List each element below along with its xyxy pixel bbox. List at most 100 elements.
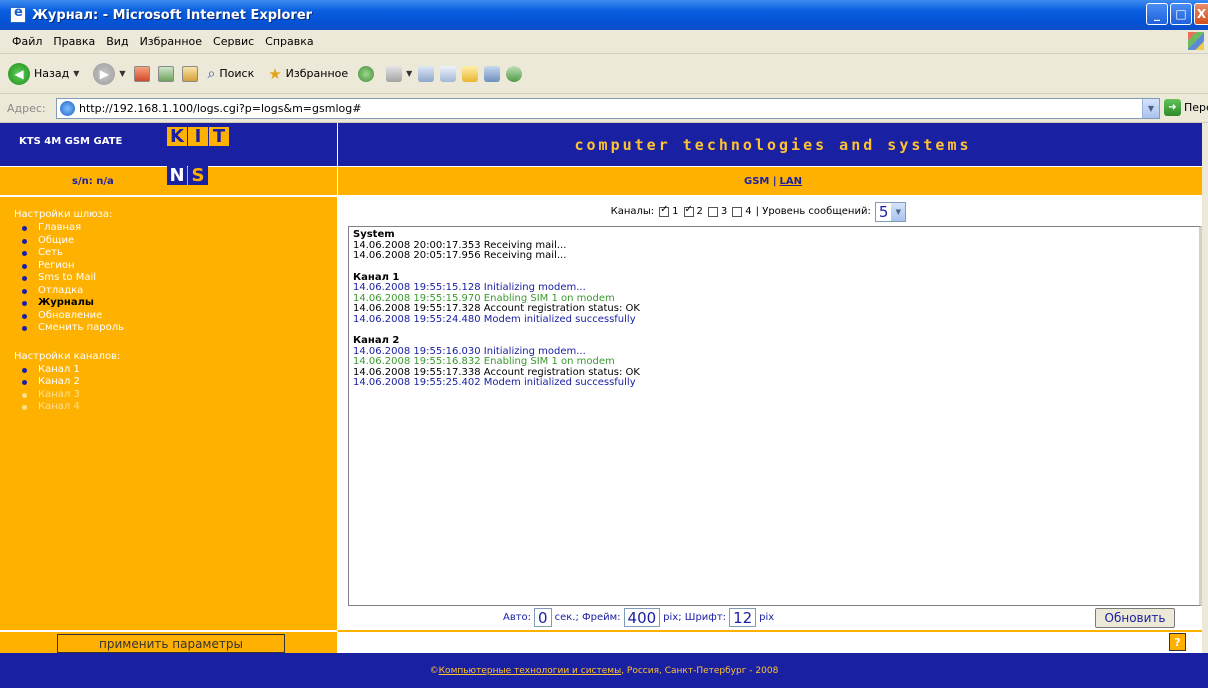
menu-file[interactable]: Файл xyxy=(12,35,42,48)
address-label: Адрес: xyxy=(7,101,46,115)
nav-item-sms-to-mail[interactable]: Sms to Mail xyxy=(22,272,324,285)
refresh-button[interactable]: Обновить xyxy=(1095,608,1175,628)
display-params: Авто: 0 сек.; Фрейм: 400 pix; Шрифт: 12 … xyxy=(503,608,774,627)
gateway-settings-heading: Настройки шлюза: xyxy=(14,209,113,220)
frame-size-input[interactable]: 400 xyxy=(623,608,661,627)
nav-item-change-password[interactable]: Сменить пароль xyxy=(22,322,324,335)
apply-row: применить параметры xyxy=(0,630,337,653)
nav-item-channel-4: Канал 4 xyxy=(22,401,324,414)
folder-icon[interactable] xyxy=(462,65,479,82)
favorites-star-icon[interactable]: ★ xyxy=(268,65,281,83)
forward-arrow-icon[interactable]: ▶ xyxy=(93,62,116,85)
nav-item-channel-1[interactable]: Канал 1 xyxy=(22,364,324,377)
serial-row: s/n: n/a N S xyxy=(0,166,337,197)
nav-item-update[interactable]: Обновление xyxy=(22,310,324,323)
help-button[interactable]: ? xyxy=(1169,633,1186,651)
font-size-input[interactable]: 12 xyxy=(729,608,757,627)
logo-letter-n: N xyxy=(167,166,187,185)
device-header: KTS 4M GSM GATE K I T xyxy=(0,123,337,166)
history-icon[interactable] xyxy=(358,65,375,82)
favorites-button[interactable]: Избранное xyxy=(286,67,348,80)
log-line: 14.06.2008 19:55:17.328 Account registra… xyxy=(353,303,640,314)
back-arrow-icon[interactable]: ◀ xyxy=(8,62,30,85)
nav-item-debug[interactable]: Отладка xyxy=(22,285,324,298)
ie-page-icon xyxy=(10,5,26,23)
channel-1-checkbox[interactable] xyxy=(659,204,670,217)
channels-label: Каналы: xyxy=(610,206,655,217)
forward-dropdown-icon[interactable]: ▼ xyxy=(119,69,125,78)
maximize-button[interactable]: □ xyxy=(1170,3,1192,25)
auto-label: Авто: xyxy=(503,612,532,623)
search-icon[interactable]: ⌕ xyxy=(208,66,216,82)
address-input[interactable]: http://192.168.1.100/logs.cgi?p=logs&m=g… xyxy=(56,98,1160,119)
message-level-select[interactable]: 5 ▼ xyxy=(874,201,907,222)
window-title: Журнал: - Microsoft Internet Explorer xyxy=(32,7,313,23)
channel-3-checkbox[interactable] xyxy=(707,206,718,217)
go-arrow-icon[interactable]: ➜ xyxy=(1164,99,1181,116)
stop-icon[interactable] xyxy=(133,65,150,82)
settings-nav: Настройки шлюза: Главная Общие Сеть Реги… xyxy=(14,209,324,414)
log-frame[interactable]: System 14.06.2008 20:00:17.353 Receiving… xyxy=(348,226,1202,606)
edit-icon[interactable] xyxy=(440,65,457,82)
address-url[interactable]: http://192.168.1.100/logs.cgi?p=logs&m=g… xyxy=(79,102,361,115)
back-dropdown-icon[interactable]: ▼ xyxy=(73,69,79,78)
log-section-system: System 14.06.2008 20:00:17.353 Receiving… xyxy=(353,229,1195,262)
go-button[interactable]: ➜ Переход xyxy=(1164,99,1208,116)
print-icon[interactable] xyxy=(418,65,435,82)
channel-settings-heading: Настройки каналов: xyxy=(14,350,121,362)
message-level-label: | Уровень сообщений: xyxy=(755,206,871,217)
menu-bar: Файл Правка Вид Избранное Сервис Справка xyxy=(0,30,1208,54)
mode-gsm: GSM | xyxy=(744,175,777,187)
log-line: 14.06.2008 19:55:24.480 Modem initialize… xyxy=(353,313,636,325)
go-label[interactable]: Переход xyxy=(1184,101,1208,114)
mail-icon[interactable] xyxy=(386,65,403,82)
frame-unit: pix; Шрифт: xyxy=(663,612,727,623)
menu-favorites[interactable]: Избранное xyxy=(140,35,202,48)
tools-icon[interactable] xyxy=(506,65,523,82)
footer-prefix: © xyxy=(429,665,439,676)
menu-help[interactable]: Справка xyxy=(265,35,313,48)
minimize-button[interactable]: _ xyxy=(1146,3,1168,25)
gateway-settings-list: Главная Общие Сеть Регион Sms to Mail От… xyxy=(14,222,324,335)
nav-item-channel-2[interactable]: Канал 2 xyxy=(22,376,324,389)
message-level-value[interactable]: 5 xyxy=(876,203,892,221)
footer-company-link[interactable]: Компьютерные технологии и системы xyxy=(439,666,622,676)
back-button[interactable]: Назад xyxy=(34,67,69,80)
channel-settings-list: Канал 1 Канал 2 Канал 3 Канал 4 xyxy=(14,364,324,414)
refresh-icon[interactable] xyxy=(157,65,174,82)
window-edge xyxy=(1202,123,1208,653)
auto-unit: сек.; Фрейм: xyxy=(554,612,621,623)
browser-toolbar: ◀ Назад ▼ ▶ ▼ ⌕ Поиск ★ Избранное ▼ xyxy=(0,54,1208,94)
nav-item-network[interactable]: Сеть xyxy=(22,247,324,260)
nav-item-general[interactable]: Общие xyxy=(22,235,324,248)
nav-item-region[interactable]: Регион xyxy=(22,260,324,273)
address-bar: Адрес: http://192.168.1.100/logs.cgi?p=l… xyxy=(0,94,1208,123)
window-controls: _ □ X xyxy=(1146,3,1208,25)
log-line: 14.06.2008 19:55:15.128 Initializing mod… xyxy=(353,282,586,293)
logo-letter-t: T xyxy=(209,127,229,146)
log-line: 14.06.2008 19:55:16.832 Enabling SIM 1 o… xyxy=(353,356,615,367)
menu-tools[interactable]: Сервис xyxy=(213,35,254,48)
chevron-down-icon[interactable]: ▼ xyxy=(891,202,906,221)
mode-lan-link[interactable]: LAN xyxy=(780,176,802,187)
logo-letter-i: I xyxy=(188,127,208,146)
device-name: KTS 4M GSM GATE xyxy=(19,136,123,147)
menu-edit[interactable]: Правка xyxy=(53,35,95,48)
channel-4-checkbox[interactable] xyxy=(732,206,743,217)
search-button[interactable]: Поиск xyxy=(219,67,254,80)
channel-2-checkbox[interactable] xyxy=(683,204,694,217)
messenger-icon[interactable] xyxy=(484,65,501,82)
address-dropdown-icon[interactable]: ▼ xyxy=(1142,99,1159,118)
serial-number: s/n: n/a xyxy=(72,176,114,187)
nav-item-logs[interactable]: Журналы xyxy=(22,297,324,310)
log-line: 14.06.2008 19:55:25.402 Modem initialize… xyxy=(353,377,636,388)
nav-item-main[interactable]: Главная xyxy=(22,222,324,235)
auto-refresh-input[interactable]: 0 xyxy=(534,608,552,627)
close-button[interactable]: X xyxy=(1194,3,1208,25)
mail-dropdown-icon[interactable]: ▼ xyxy=(406,69,412,78)
apply-settings-button[interactable]: применить параметры xyxy=(57,634,285,653)
home-icon[interactable] xyxy=(181,65,198,82)
log-panel: Каналы: 1 2 3 4 | Уровень сообщений: 5 ▼… xyxy=(337,199,1208,630)
menu-view[interactable]: Вид xyxy=(106,35,128,48)
page-footer: © Компьютерные технологии и системы , Ро… xyxy=(0,653,1208,688)
